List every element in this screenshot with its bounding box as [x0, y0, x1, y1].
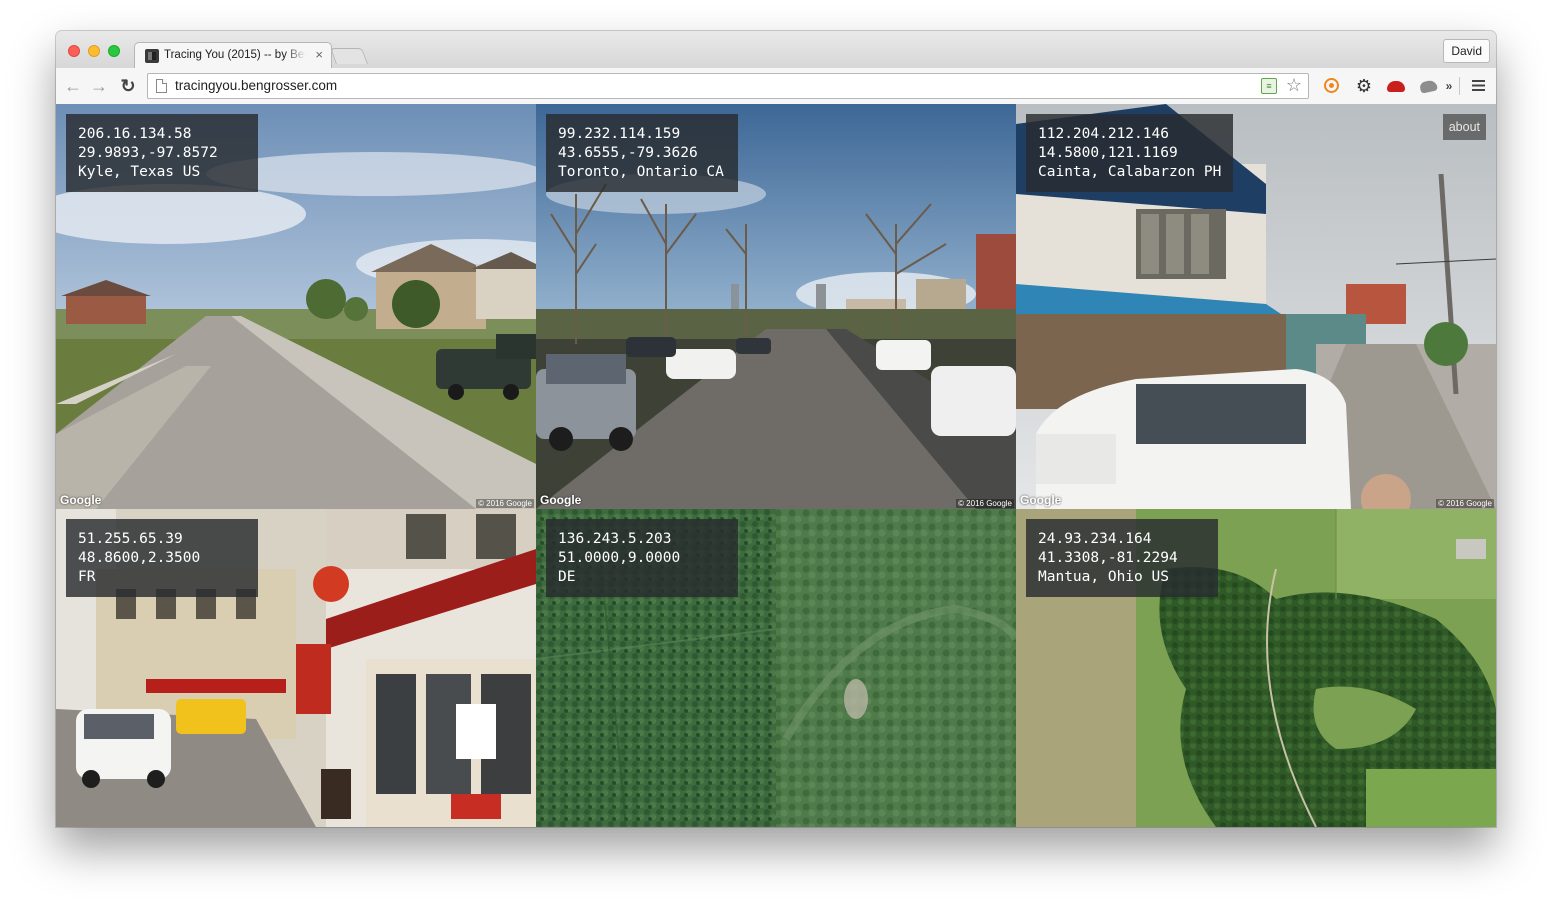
- rss-icon[interactable]: ≡: [1261, 78, 1277, 94]
- place-name: FR: [78, 569, 96, 585]
- coordinates: 51.0000,9.0000: [558, 550, 681, 566]
- coordinates: 41.3308,-81.2294: [1038, 550, 1178, 566]
- location-info-box: 51.255.65.39 48.8600,2.3500 FR: [66, 519, 258, 597]
- location-info-box: 136.243.5.203 51.0000,9.0000 DE: [546, 519, 738, 597]
- toolbar: ← → ↻ tracingyou.bengrosser.com ≡ ☆ ⚙ »: [56, 68, 1496, 105]
- place-name: Cainta, Calabarzon PH: [1038, 164, 1222, 180]
- copyright-text: © 2016 Google: [956, 499, 1014, 508]
- toolbar-divider: [1459, 77, 1460, 95]
- extensions-overflow-button[interactable]: »: [1442, 75, 1456, 97]
- copyright-text: © 2016 Google: [476, 499, 534, 508]
- extension-grey-icon[interactable]: [1417, 75, 1439, 97]
- window-minimize-button[interactable]: [88, 45, 100, 57]
- coordinates: 14.5800,121.1169: [1038, 145, 1178, 161]
- gear-icon[interactable]: ⚙: [1353, 75, 1375, 97]
- ip-address: 206.16.134.58: [78, 126, 192, 142]
- place-name: Mantua, Ohio US: [1038, 569, 1169, 585]
- google-logo[interactable]: Google: [1020, 493, 1061, 507]
- favicon-icon: [145, 49, 159, 63]
- window-maximize-button[interactable]: [108, 45, 120, 57]
- tab-title: Tracing You (2015) -- by Ben Grosser: [164, 49, 306, 61]
- ip-address: 24.93.234.164: [1038, 531, 1152, 547]
- page-viewport: 206.16.134.58 29.9893,-97.8572 Kyle, Tex…: [56, 104, 1496, 827]
- coordinates: 29.9893,-97.8572: [78, 145, 218, 161]
- coordinates: 48.8600,2.3500: [78, 550, 201, 566]
- tab-close-icon[interactable]: ×: [315, 47, 323, 63]
- ip-address: 136.243.5.203: [558, 531, 672, 547]
- location-info-box: 24.93.234.164 41.3308,-81.2294 Mantua, O…: [1026, 519, 1218, 597]
- coordinates: 43.6555,-79.3626: [558, 145, 698, 161]
- extension-red-icon[interactable]: [1385, 75, 1407, 97]
- location-info-box: 99.232.114.159 43.6555,-79.3626 Toronto,…: [546, 114, 738, 192]
- location-info-box: 112.204.212.146 14.5800,121.1169 Cainta,…: [1026, 114, 1234, 192]
- address-bar[interactable]: tracingyou.bengrosser.com ≡ ☆: [147, 73, 1309, 99]
- place-name: Kyle, Texas US: [78, 164, 201, 180]
- new-tab-button[interactable]: [330, 48, 368, 64]
- ip-address: 112.204.212.146: [1038, 126, 1169, 142]
- browser-window: Tracing You (2015) -- by Ben Grosser × D…: [56, 31, 1496, 827]
- menu-icon[interactable]: [1467, 75, 1489, 97]
- location-tile: 99.232.114.159 43.6555,-79.3626 Toronto,…: [536, 104, 1016, 509]
- ip-address: 99.232.114.159: [558, 126, 681, 142]
- forward-arrow-icon[interactable]: →: [88, 75, 110, 97]
- location-tile: 51.255.65.39 48.8600,2.3500 FR: [56, 509, 536, 827]
- location-tile: 112.204.212.146 14.5800,121.1169 Cainta,…: [1016, 104, 1496, 509]
- window-close-button[interactable]: [68, 45, 80, 57]
- google-logo[interactable]: Google: [60, 493, 101, 507]
- extension-orange-icon[interactable]: [1320, 75, 1342, 97]
- profile-button[interactable]: David: [1443, 39, 1490, 63]
- google-logo[interactable]: Google: [540, 493, 581, 507]
- location-tile: 206.16.134.58 29.9893,-97.8572 Kyle, Tex…: [56, 104, 536, 509]
- reload-icon[interactable]: ↻: [117, 75, 139, 97]
- location-tile: 136.243.5.203 51.0000,9.0000 DE: [536, 509, 1016, 827]
- ip-address: 51.255.65.39: [78, 531, 183, 547]
- url-text[interactable]: tracingyou.bengrosser.com: [175, 78, 337, 93]
- about-button[interactable]: about: [1442, 114, 1486, 140]
- location-info-box: 206.16.134.58 29.9893,-97.8572 Kyle, Tex…: [66, 114, 258, 192]
- location-tile: 24.93.234.164 41.3308,-81.2294 Mantua, O…: [1016, 509, 1496, 827]
- copyright-text: © 2016 Google: [1436, 499, 1494, 508]
- star-icon[interactable]: ☆: [1286, 75, 1302, 95]
- back-arrow-icon[interactable]: ←: [62, 75, 84, 97]
- place-name: DE: [558, 569, 576, 585]
- place-name: Toronto, Ontario CA: [558, 164, 724, 180]
- page-icon: [156, 79, 167, 93]
- tab-active[interactable]: Tracing You (2015) -- by Ben Grosser ×: [134, 42, 332, 69]
- title-bar: Tracing You (2015) -- by Ben Grosser × D…: [56, 31, 1496, 69]
